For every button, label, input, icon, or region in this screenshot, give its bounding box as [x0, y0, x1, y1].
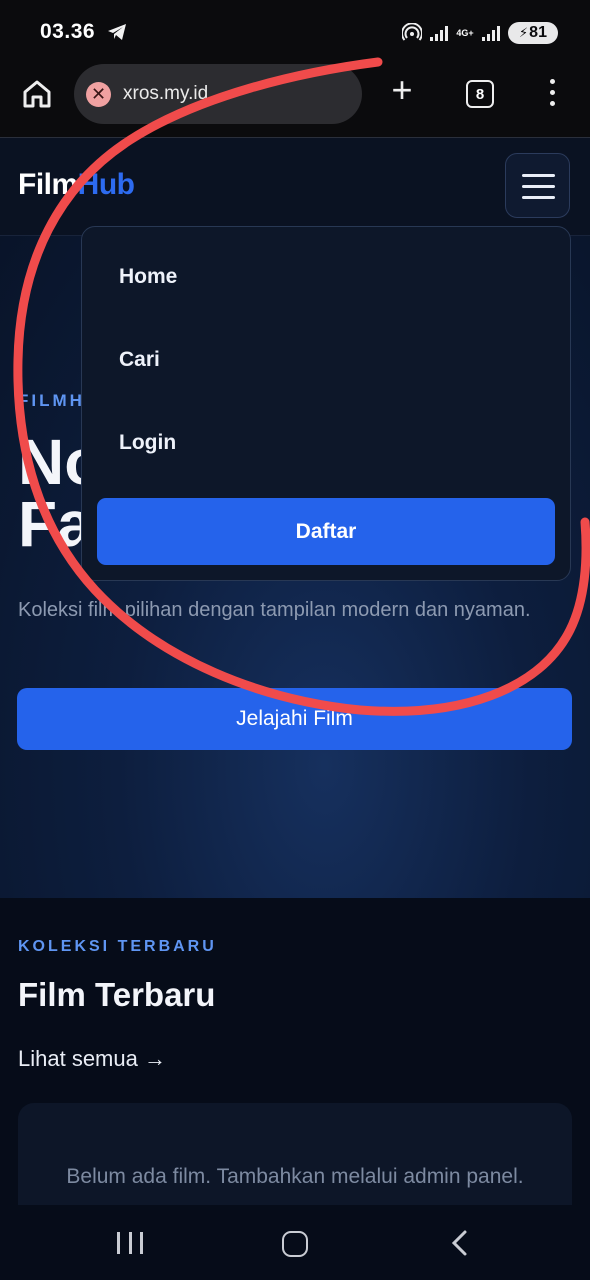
url-text[interactable]: xros.my.id — [123, 83, 208, 105]
battery-level: 81 — [529, 24, 547, 41]
telegram-icon — [108, 24, 126, 40]
signal-icon — [430, 26, 448, 41]
latest-eyebrow: KOLEKSI TERBARU — [18, 938, 217, 955]
plus-icon[interactable]: + — [387, 72, 417, 108]
system-nav-bar — [0, 1205, 590, 1280]
see-all-link[interactable]: Lihat semua → — [18, 1046, 166, 1072]
menu-item-home[interactable]: Home — [119, 265, 177, 289]
latest-title: Film Terbaru — [18, 976, 216, 1013]
close-icon[interactable]: ✕ — [86, 82, 111, 107]
nav-dropdown-menu: Home Cari Login Daftar — [81, 226, 571, 581]
status-icons: 4G+ ⚡ 81 — [402, 20, 558, 46]
status-time: 03.36 — [40, 20, 96, 43]
logo-hub: Hub — [77, 168, 135, 201]
latest-films-section: KOLEKSI TERBARU Film Terbaru Lihat semua… — [0, 898, 590, 1223]
logo-film: Film — [18, 168, 78, 201]
address-bar[interactable]: ✕ xros.my.id — [74, 64, 362, 124]
menu-item-search[interactable]: Cari — [119, 348, 160, 372]
home-circle-icon[interactable] — [282, 1231, 308, 1257]
home-icon[interactable] — [21, 78, 53, 110]
signal-icon-2 — [482, 26, 500, 41]
menu-item-login[interactable]: Login — [119, 431, 176, 455]
site-header: FilmHub — [0, 138, 590, 236]
more-vert-icon[interactable] — [545, 79, 559, 109]
empty-state-message: Belum ada film. Tambahkan melalui admin … — [66, 1165, 524, 1188]
tabs-icon[interactable]: 8 — [466, 80, 494, 108]
browser-toolbar: ✕ xros.my.id + 8 — [0, 64, 590, 138]
hero-description: Koleksi film pilihan dengan tampilan mod… — [18, 599, 531, 621]
hotspot-icon — [402, 23, 422, 41]
recent-apps-icon[interactable] — [117, 1232, 143, 1254]
site-logo[interactable]: FilmHub — [18, 168, 135, 202]
explore-films-button[interactable]: Jelajahi Film — [17, 688, 572, 750]
battery-icon: ⚡ 81 — [508, 22, 558, 44]
status-bar: 03.36 4G+ ⚡ 81 — [0, 0, 590, 64]
network-type: 4G+ — [456, 27, 474, 38]
charging-icon: ⚡ — [519, 25, 529, 40]
hero-eyebrow: FILMH — [18, 391, 85, 410]
back-icon[interactable] — [448, 1229, 472, 1257]
register-button[interactable]: Daftar — [97, 498, 555, 565]
hamburger-icon[interactable] — [505, 153, 570, 218]
